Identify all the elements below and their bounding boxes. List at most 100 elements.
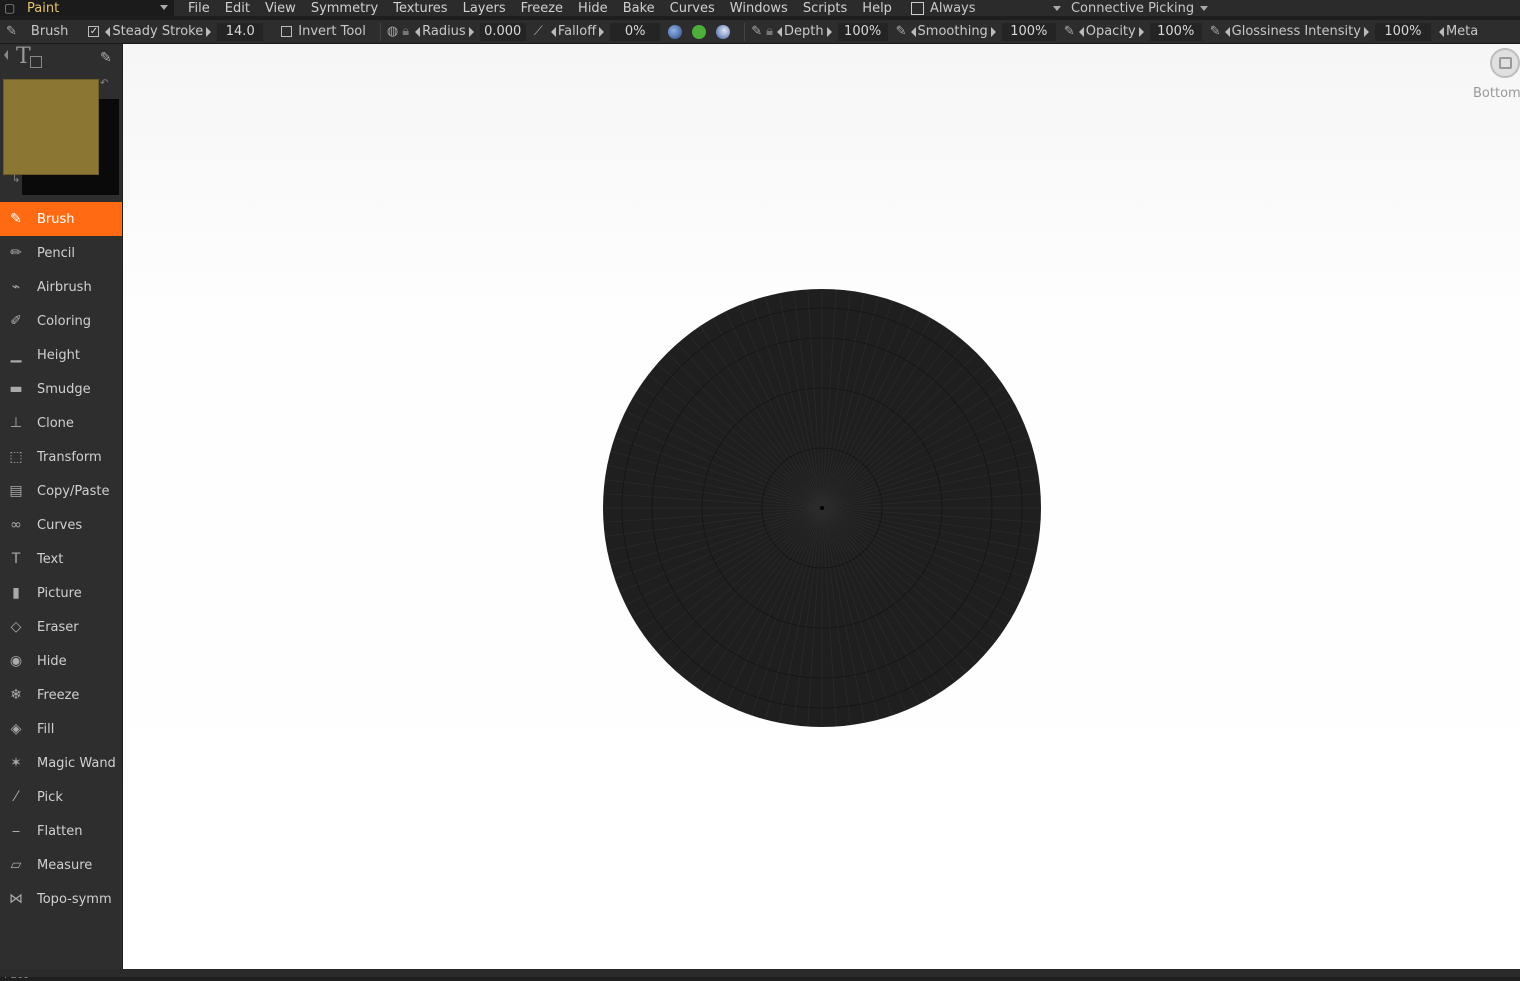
text-tool-icon[interactable]: T bbox=[16, 44, 31, 69]
menu-scripts[interactable]: Scripts bbox=[803, 1, 847, 16]
opacity-option[interactable]: ✎ Opacity 100% bbox=[1064, 22, 1202, 41]
tool-height[interactable]: ▁ Height bbox=[0, 338, 122, 372]
picking-dropdown[interactable]: Connective Picking bbox=[1071, 1, 1209, 16]
pen-icon[interactable]: ✎ bbox=[100, 50, 112, 66]
opacity-value[interactable]: 100% bbox=[1149, 22, 1202, 41]
tool-copy-paste[interactable]: ▤ Copy/Paste bbox=[0, 474, 122, 508]
tool-topo-symm[interactable]: ⋈ Topo-symm bbox=[0, 882, 122, 916]
tool-pencil[interactable]: ✏ Pencil bbox=[0, 236, 122, 270]
increment-arrow-icon[interactable] bbox=[990, 26, 996, 37]
tool-brush[interactable]: ✎ Brush bbox=[0, 202, 122, 236]
menu-windows[interactable]: Windows bbox=[730, 1, 788, 16]
tool-pick[interactable]: ⁄ Pick bbox=[0, 780, 122, 814]
falloff-option[interactable]: ⟋ Falloff 0% bbox=[534, 22, 661, 41]
metalness-option[interactable]: Meta bbox=[1438, 24, 1478, 39]
menu-view[interactable]: View bbox=[265, 1, 296, 16]
decrement-arrow-icon[interactable] bbox=[910, 26, 916, 37]
color-mode-icon[interactable] bbox=[692, 24, 707, 39]
tool-label: Clone bbox=[37, 415, 74, 431]
decrement-arrow-icon[interactable] bbox=[105, 26, 111, 37]
height-icon: ▁ bbox=[10, 347, 22, 363]
tool-label: Transform bbox=[37, 449, 102, 465]
steady-stroke-option[interactable]: ✓ Steady Stroke 14.0 bbox=[88, 22, 264, 41]
menu-hide[interactable]: Hide bbox=[578, 1, 608, 16]
tool-fill[interactable]: ◈ Fill bbox=[0, 712, 122, 746]
tool-label: Magic Wand bbox=[37, 755, 116, 771]
tool-curves[interactable]: ∞ Curves bbox=[0, 508, 122, 542]
decrement-arrow-icon[interactable] bbox=[777, 26, 783, 37]
menu-file[interactable]: File bbox=[188, 1, 210, 16]
invert-tool-checkbox[interactable] bbox=[281, 26, 293, 37]
airbrush-icon: ⌁ bbox=[11, 279, 21, 295]
steady-stroke-checkbox[interactable]: ✓ bbox=[88, 26, 100, 37]
tool-picture[interactable]: ▮ Picture bbox=[0, 576, 122, 610]
decrement-arrow-icon[interactable] bbox=[1438, 26, 1444, 37]
glossiness-value[interactable]: 100% bbox=[1374, 22, 1431, 41]
3d-viewport[interactable]: Bottom bbox=[123, 44, 1520, 969]
tool-label: Topo-symm bbox=[37, 891, 112, 907]
always-label: Always bbox=[929, 0, 976, 16]
specular-mode-icon[interactable] bbox=[716, 24, 731, 39]
tool-hide[interactable]: ◉ Hide bbox=[0, 644, 122, 678]
falloff-value[interactable]: 0% bbox=[610, 22, 661, 41]
increment-arrow-icon[interactable] bbox=[826, 26, 832, 37]
increment-arrow-icon[interactable] bbox=[468, 26, 474, 37]
depth-option[interactable]: ✎ 🔒︎ Depth 100% bbox=[751, 22, 888, 41]
smoothing-value[interactable]: 100% bbox=[1001, 22, 1056, 41]
tool-text[interactable]: T Text bbox=[0, 542, 122, 576]
depth-label: Depth bbox=[784, 24, 824, 39]
increment-arrow-icon[interactable] bbox=[599, 26, 605, 37]
tool-coloring[interactable]: ✐ Coloring bbox=[0, 304, 122, 338]
falloff-curve-icon[interactable]: ⟋ bbox=[534, 24, 543, 39]
lock-icon[interactable]: 🔒︎ bbox=[766, 24, 773, 39]
collapse-arrow-icon[interactable] bbox=[4, 50, 8, 60]
menu-symmetry[interactable]: Symmetry bbox=[311, 1, 378, 16]
tool-freeze[interactable]: ❄ Freeze bbox=[0, 678, 122, 712]
depth-value[interactable]: 100% bbox=[837, 22, 888, 41]
room-selector[interactable]: ▢ Paint bbox=[0, 0, 174, 16]
swap-colors-icon[interactable]: ↶ bbox=[100, 78, 108, 89]
glossiness-option[interactable]: ✎ Glossiness Intensity 100% bbox=[1210, 22, 1431, 41]
tool-measure[interactable]: ▱ Measure bbox=[0, 848, 122, 882]
always-dropdown[interactable]: Always bbox=[910, 0, 1061, 16]
depth-mode-icon[interactable] bbox=[668, 24, 683, 39]
tool-airbrush[interactable]: ⌁ Airbrush bbox=[0, 270, 122, 304]
increment-arrow-icon[interactable] bbox=[206, 26, 212, 37]
menu-layers[interactable]: Layers bbox=[463, 1, 506, 16]
smoothing-option[interactable]: ✎ Smoothing 100% bbox=[896, 22, 1056, 41]
tool-label: Freeze bbox=[37, 687, 80, 703]
increment-arrow-icon[interactable] bbox=[1363, 26, 1369, 37]
menu-bake[interactable]: Bake bbox=[623, 1, 655, 16]
tool-smudge[interactable]: ▬ Smudge bbox=[0, 372, 122, 406]
text-icon: T bbox=[11, 551, 21, 567]
decrement-arrow-icon[interactable] bbox=[415, 26, 421, 37]
menu-edit[interactable]: Edit bbox=[225, 1, 250, 16]
increment-arrow-icon[interactable] bbox=[1138, 26, 1144, 37]
radius-value[interactable]: 0.000 bbox=[479, 22, 526, 41]
menu-help[interactable]: Help bbox=[862, 1, 892, 16]
tool-eraser[interactable]: ◇ Eraser bbox=[0, 610, 122, 644]
invert-tool-option[interactable]: Invert Tool bbox=[281, 24, 366, 39]
frame-icon[interactable] bbox=[30, 56, 42, 68]
always-checkbox[interactable] bbox=[910, 1, 924, 15]
decrement-arrow-icon[interactable] bbox=[550, 26, 556, 37]
decrement-arrow-icon[interactable] bbox=[1078, 26, 1084, 37]
menu-freeze[interactable]: Freeze bbox=[521, 1, 563, 16]
picture-icon: ▮ bbox=[12, 585, 20, 601]
tool-transform[interactable]: ⬚ Transform bbox=[0, 440, 122, 474]
falloff-label: Falloff bbox=[557, 24, 597, 39]
navigation-camera-icon[interactable] bbox=[1490, 48, 1520, 78]
tool-clone[interactable]: ⊥ Clone bbox=[0, 406, 122, 440]
tool-magic-wand[interactable]: ✶ Magic Wand bbox=[0, 746, 122, 780]
brush-mode-icons bbox=[668, 24, 731, 39]
menu-textures[interactable]: Textures bbox=[393, 1, 447, 16]
steady-stroke-value[interactable]: 14.0 bbox=[217, 22, 264, 41]
sphere-mesh bbox=[603, 289, 1041, 727]
tool-flatten[interactable]: ⎯ Flatten bbox=[0, 814, 122, 848]
reset-colors-icon[interactable]: ↳ bbox=[12, 174, 20, 185]
foreground-color-swatch[interactable] bbox=[3, 79, 99, 175]
decrement-arrow-icon[interactable] bbox=[1224, 26, 1230, 37]
radius-option[interactable]: ◍ 🔒︎ Radius 0.000 bbox=[387, 22, 526, 41]
lock-icon[interactable]: 🔒︎ bbox=[402, 24, 409, 39]
menu-curves[interactable]: Curves bbox=[670, 1, 715, 16]
